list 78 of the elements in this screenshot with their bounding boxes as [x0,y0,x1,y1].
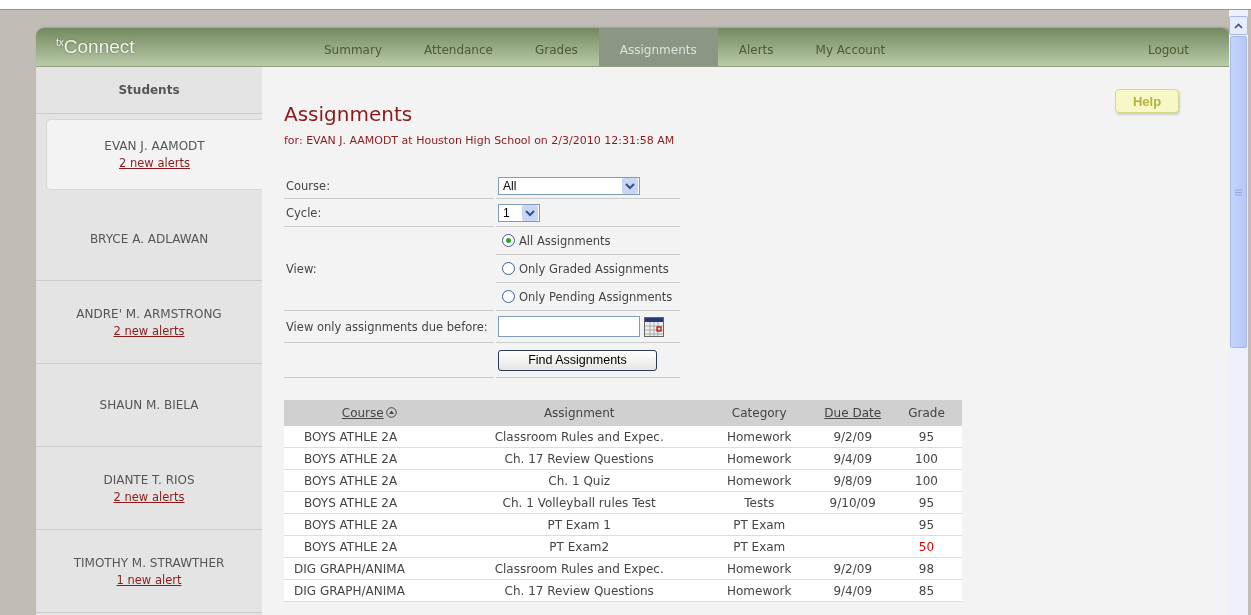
alerts-link[interactable]: 2 new alerts [119,156,190,170]
date-input-field[interactable] [498,316,640,337]
table-cell: PT Exam 1 [454,513,704,536]
table-cell: DIG GRAPH/ANIMA [284,579,455,602]
table-cell: 9/2/09 [814,557,891,580]
table-cell: 9/2/09 [814,426,891,448]
table-cell: 9/10/09 [814,491,891,514]
student-name: EVAN J. AAMODT [104,139,205,153]
table-cell: Classroom Rules and Expec. [454,426,704,448]
column-header-link[interactable]: Course [341,406,384,420]
table-cell: BOYS ATHLE 2A [284,535,455,558]
dropdown-caret-icon [522,204,538,221]
field-label: Course: [284,173,494,199]
grip-icon [1235,188,1242,196]
table-cell: 100 [890,447,962,470]
field-label: View only assignments due before: [284,311,494,343]
column-header: Grade [908,406,945,420]
table-cell: Homework [703,557,815,580]
table-cell: BOYS ATHLE 2A [284,491,455,514]
table-cell: 9/4/09 [814,579,891,602]
find-assignments-button[interactable]: Find Assignments [498,349,657,371]
table-cell: 95 [890,513,962,536]
table-cell: 9/4/09 [814,447,891,470]
radio-icon[interactable] [502,262,515,275]
table-cell: 95 [890,491,962,514]
table-cell: DIG GRAPH/ANIMA [284,557,455,580]
page-subtitle: for: EVAN J. AAMODT at Houston High School on 2/3/2010 12:31:58 AM [284,134,675,147]
page-title: Assignments [284,102,414,126]
table-cell: BOYS ATHLE 2A [284,513,455,536]
student-name: SHAUN M. BIELA [99,398,199,412]
student-name: TIMOTHY M. STRAWTHER [73,555,225,570]
table-cell: PT Exam2 [454,535,704,558]
course-select[interactable]: All [498,176,640,195]
radio-icon[interactable] [502,234,515,247]
table-cell: 98 [890,557,962,580]
view-radio-option[interactable]: All Assignments [496,227,680,255]
logo: $^{tx}$Connect [55,35,136,59]
calendar-icon[interactable] [644,316,664,337]
table-cell: Tests [703,491,815,514]
table-cell: Ch. 17 Review Questions [454,579,704,602]
table-cell: 50 [890,535,962,558]
table-cell: Homework [703,469,815,492]
table-cell: Homework [703,447,815,470]
field-label: View: [284,227,494,311]
table-cell: 95 [890,426,962,448]
field-label: Cycle: [284,199,494,227]
table-cell: 85 [890,579,962,602]
column-header: Assignment [543,406,615,420]
table-cell: Homework [703,426,815,448]
view-radio-option[interactable]: Only Pending Assignments [496,283,680,311]
scroll-thumb[interactable] [1230,36,1247,348]
column-header: Category [731,406,787,420]
scrollbar[interactable] [1229,10,1248,615]
table-cell: 100 [890,469,962,492]
cycle-select[interactable]: 1 [498,203,540,222]
alerts-link[interactable]: 1 new alert [116,572,182,587]
table-cell: Ch. 17 Review Questions [454,447,704,470]
scroll-up-button[interactable] [1229,16,1248,35]
table-cell: Ch. 1 Quiz [454,469,704,492]
table-cell: BOYS ATHLE 2A [284,426,455,448]
student-name: DIANTE T. RIOS [103,472,195,487]
table-cell: PT Exam [703,513,815,536]
table-cell: BOYS ATHLE 2A [284,447,455,470]
student-name: BRYCE A. ADLAWAN [89,232,209,246]
student-name: ANDRE' M. ARMSTRONG [76,306,222,321]
table-cell: 9/8/09 [814,469,891,492]
sort-ascending-icon[interactable] [385,407,397,418]
student-item[interactable]: EVAN J. AAMODT 2 new alerts [46,119,262,190]
view-radio-option[interactable]: Only Graded Assignments [496,255,680,283]
table-cell: Classroom Rules and Expec. [454,557,704,580]
table-cell: Ch. 1 Volleyball rules Test [454,491,704,514]
dropdown-caret-icon [622,177,638,194]
alerts-link[interactable]: 2 new alerts [113,323,185,338]
alerts-link[interactable]: 2 new alerts [113,489,185,504]
table-cell: Homework [703,579,815,602]
table-cell: BOYS ATHLE 2A [284,469,455,492]
radio-icon[interactable] [502,290,515,303]
table-cell: PT Exam [703,535,815,558]
